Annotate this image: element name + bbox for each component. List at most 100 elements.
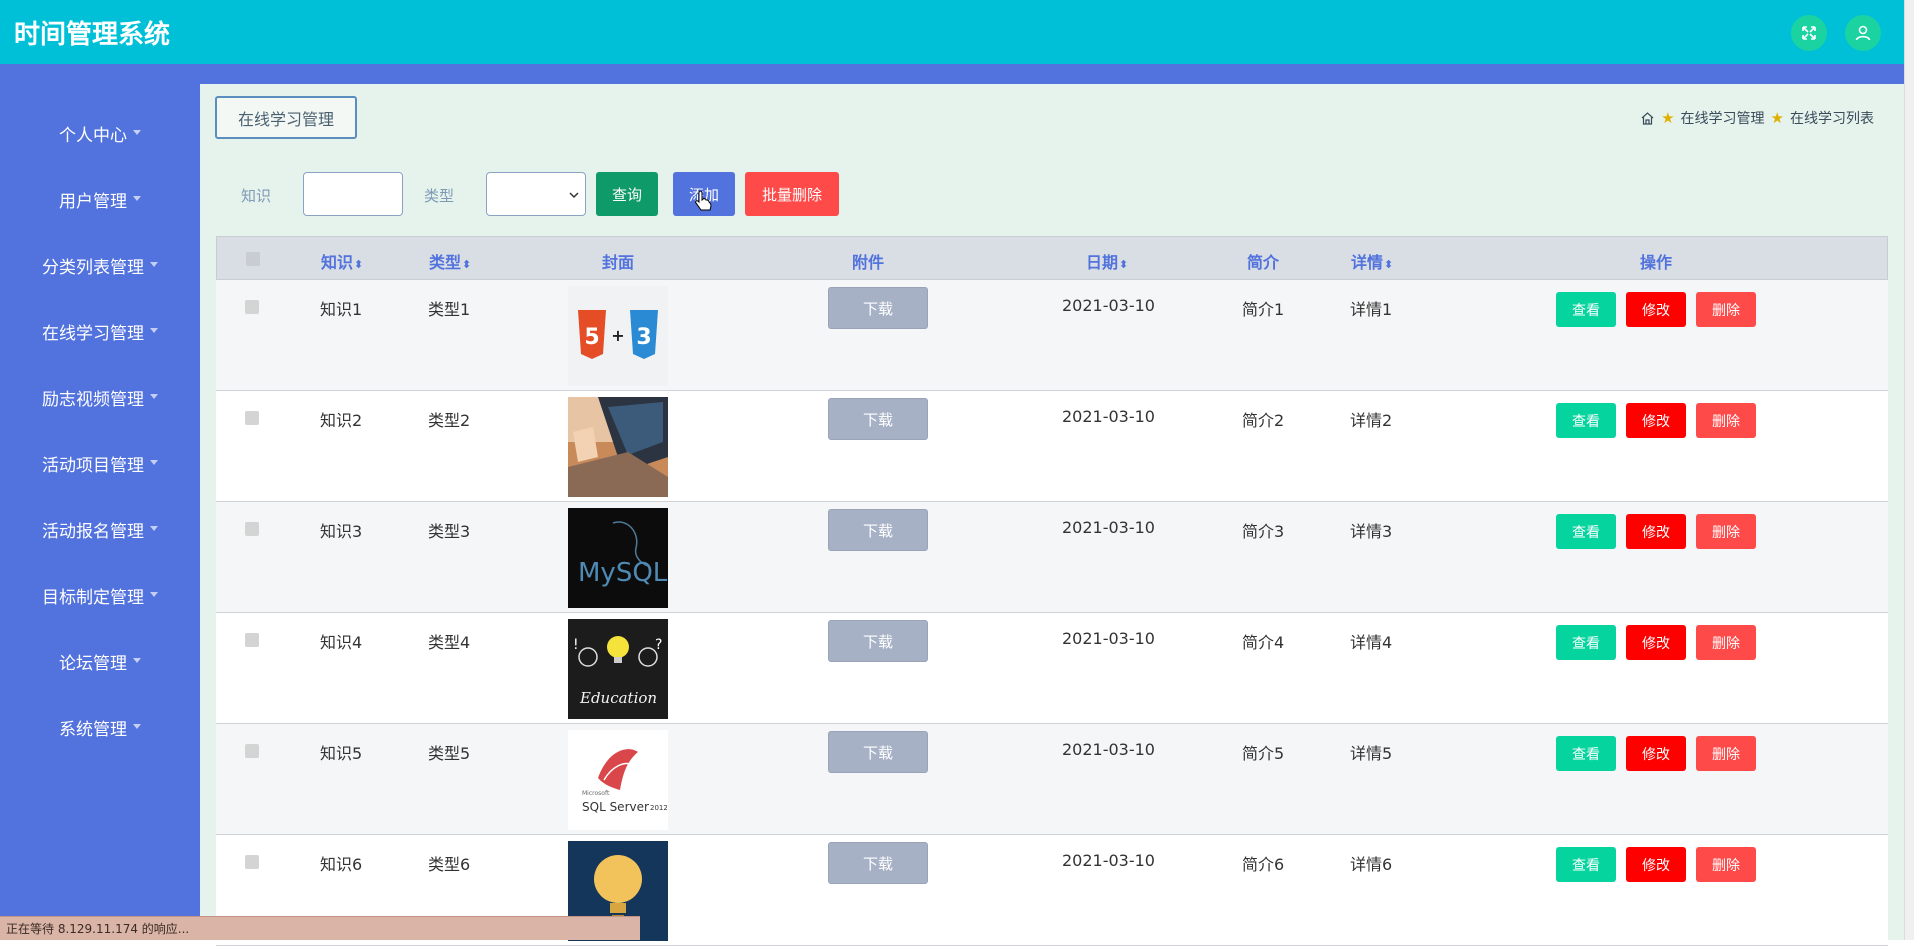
edit-button[interactable]: 修改 <box>1626 403 1686 438</box>
download-button[interactable]: 下载 <box>828 509 928 551</box>
row-checkbox[interactable] <box>245 411 259 425</box>
table-header: 知识⬍ 类型⬍ 封面 附件 日期⬍ 简介 详情⬍ 操作 <box>216 236 1888 280</box>
delete-button[interactable]: 删除 <box>1696 292 1756 327</box>
sidebar-item-category-management[interactable]: 分类列表管理 <box>0 245 200 285</box>
sidebar-item-label: 励志视频管理 <box>42 389 144 410</box>
chevron-down-icon <box>569 192 579 199</box>
caret-down-icon <box>150 393 158 399</box>
download-button[interactable]: 下载 <box>828 620 928 662</box>
caret-down-icon <box>133 195 141 201</box>
batch-delete-button[interactable]: 批量删除 <box>745 172 839 216</box>
cell-date: 2021-03-10 <box>1062 518 1155 537</box>
home-icon[interactable] <box>1640 111 1655 126</box>
sidebar-item-label: 活动项目管理 <box>42 455 144 476</box>
cell-type: 类型1 <box>428 300 471 319</box>
caret-down-icon <box>133 129 141 135</box>
cover-image-laptop <box>568 397 668 497</box>
svg-text:5: 5 <box>584 325 599 350</box>
cell-date: 2021-03-10 <box>1062 851 1155 870</box>
cover-image-html5-css3: 5 + 3 <box>568 286 668 386</box>
sidebar-item-online-learning[interactable]: 在线学习管理 <box>0 311 200 351</box>
sort-icon: ⬍ <box>1384 258 1394 271</box>
view-button[interactable]: 查看 <box>1556 736 1616 771</box>
query-button[interactable]: 查询 <box>596 172 658 216</box>
column-header-date[interactable]: 日期⬍ <box>1086 249 1128 273</box>
sidebar-item-personal-center[interactable]: 个人中心 <box>0 113 200 153</box>
breadcrumb-item[interactable]: 在线学习列表 <box>1790 108 1874 128</box>
cell-knowledge: 知识5 <box>320 744 363 763</box>
row-checkbox[interactable] <box>245 300 259 314</box>
row-checkbox[interactable] <box>245 855 259 869</box>
sidebar-item-activity-project[interactable]: 活动项目管理 <box>0 443 200 483</box>
view-button[interactable]: 查看 <box>1556 847 1616 882</box>
table-row: 知识3 类型3 MySQL 下载 2021-03-10 简介3 详情3 查看 修… <box>216 502 1888 613</box>
select-all-checkbox[interactable] <box>246 252 260 266</box>
sidebar-item-forum[interactable]: 论坛管理 <box>0 641 200 681</box>
row-checkbox[interactable] <box>245 522 259 536</box>
sidebar-item-label: 论坛管理 <box>59 653 127 674</box>
sidebar-item-motivation-video[interactable]: 励志视频管理 <box>0 377 200 417</box>
delete-button[interactable]: 删除 <box>1696 736 1756 771</box>
data-table: 知识⬍ 类型⬍ 封面 附件 日期⬍ 简介 详情⬍ 操作 知识1 类型1 5 + … <box>216 236 1888 946</box>
star-icon: ★ <box>1661 109 1675 127</box>
delete-button[interactable]: 删除 <box>1696 625 1756 660</box>
education-text: Education <box>580 689 658 707</box>
sidebar: 个人中心 用户管理 分类列表管理 在线学习管理 励志视频管理 活动项目管理 活动… <box>0 84 200 940</box>
cell-knowledge: 知识4 <box>320 633 363 652</box>
download-button[interactable]: 下载 <box>828 731 928 773</box>
edit-button[interactable]: 修改 <box>1626 292 1686 327</box>
delete-button[interactable]: 删除 <box>1696 847 1756 882</box>
edit-button[interactable]: 修改 <box>1626 514 1686 549</box>
caret-down-icon <box>150 459 158 465</box>
column-header-details[interactable]: 详情⬍ <box>1351 249 1393 273</box>
cell-knowledge: 知识3 <box>320 522 363 541</box>
edit-button[interactable]: 修改 <box>1626 847 1686 882</box>
sidebar-item-label: 个人中心 <box>59 125 127 146</box>
sidebar-item-label: 用户管理 <box>59 191 127 212</box>
sidebar-item-goal-setting[interactable]: 目标制定管理 <box>0 575 200 615</box>
download-button[interactable]: 下载 <box>828 287 928 329</box>
cell-summary: 简介5 <box>1242 744 1285 763</box>
window-scrollbar[interactable] <box>1904 0 1914 940</box>
app-title: 时间管理系统 <box>14 20 171 50</box>
cell-knowledge: 知识1 <box>320 300 363 319</box>
column-header-knowledge[interactable]: 知识⬍ <box>321 249 363 273</box>
view-button[interactable]: 查看 <box>1556 514 1616 549</box>
column-header-cover: 封面 <box>602 253 635 272</box>
download-button[interactable]: 下载 <box>828 842 928 884</box>
column-header-type[interactable]: 类型⬍ <box>429 249 471 273</box>
breadcrumb-item[interactable]: 在线学习管理 <box>1681 108 1765 128</box>
knowledge-input[interactable] <box>303 172 403 216</box>
delete-button[interactable]: 删除 <box>1696 403 1756 438</box>
table-row: 知识2 类型2 下载 2021-03-10 简介2 详情2 查看 修改 删除 <box>216 391 1888 502</box>
table-row: 知识1 类型1 5 + 3 下载 2021-03-10 简介1 详情1 查看 修… <box>216 280 1888 391</box>
sidebar-item-system[interactable]: 系统管理 <box>0 707 200 747</box>
cell-date: 2021-03-10 <box>1062 740 1155 759</box>
fullscreen-icon[interactable] <box>1791 15 1827 51</box>
edit-button[interactable]: 修改 <box>1626 625 1686 660</box>
status-text: 正在等待 8.129.11.174 的响应... <box>6 922 190 936</box>
row-checkbox[interactable] <box>245 744 259 758</box>
view-button[interactable]: 查看 <box>1556 292 1616 327</box>
sidebar-item-activity-signup[interactable]: 活动报名管理 <box>0 509 200 549</box>
view-button[interactable]: 查看 <box>1556 625 1616 660</box>
page-title-tag[interactable]: 在线学习管理 <box>215 96 357 139</box>
delete-button[interactable]: 删除 <box>1696 514 1756 549</box>
table-row: 知识4 类型4 ! ? Education 下载 2021-03-10 简介4 … <box>216 613 1888 724</box>
type-label: 类型 <box>424 187 455 205</box>
edit-button[interactable]: 修改 <box>1626 736 1686 771</box>
cell-type: 类型5 <box>428 744 471 763</box>
cell-date: 2021-03-10 <box>1062 296 1155 315</box>
type-select[interactable] <box>486 172 586 216</box>
sidebar-item-user-management[interactable]: 用户管理 <box>0 179 200 219</box>
sort-icon: ⬍ <box>462 258 472 271</box>
svg-text:!: ! <box>573 637 579 653</box>
cell-details: 详情6 <box>1350 855 1393 874</box>
user-icon[interactable] <box>1845 15 1881 51</box>
view-button[interactable]: 查看 <box>1556 403 1616 438</box>
download-button[interactable]: 下载 <box>828 398 928 440</box>
column-header-actions: 操作 <box>1640 253 1673 272</box>
caret-down-icon <box>150 327 158 333</box>
cell-details: 详情3 <box>1350 522 1393 541</box>
row-checkbox[interactable] <box>245 633 259 647</box>
